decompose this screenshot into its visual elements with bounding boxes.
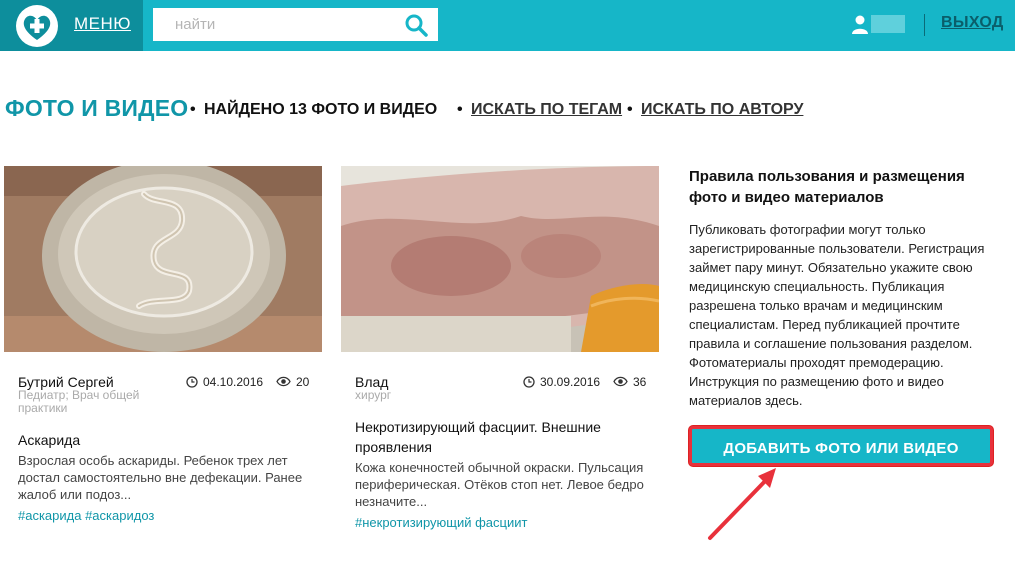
card-title[interactable]: Некротизирующий фасциит. Внешние проявле… [355, 417, 645, 457]
eye-icon [276, 376, 291, 387]
rules-text: Публиковать фотографии могут только заре… [689, 222, 985, 408]
card-tags[interactable]: #некротизирующий фасциит [355, 515, 645, 530]
separator-dot: • [627, 101, 633, 118]
top-header: МЕНЮ ВЫХОД [0, 0, 1015, 51]
card-description: Взрослая особь аскариды. Ребенок трех ле… [18, 453, 303, 502]
media-card[interactable]: Бутрий Сергей 04.10.2016 20 Педиатр; Вра… [4, 166, 322, 523]
page-title: ФОТО И ВИДЕО [5, 95, 189, 121]
user-name-redacted[interactable] [871, 15, 905, 33]
pointer-arrow-icon [708, 468, 776, 540]
media-card[interactable]: Влад 30.09.2016 36 хирург Некротизирующи… [341, 166, 659, 530]
eye-icon [613, 376, 628, 387]
clock-icon [186, 376, 198, 388]
rules-title: Правила пользования и размещения фото и … [689, 168, 965, 206]
card-views: 20 [296, 375, 310, 389]
card-description: Кожа конечностей обычной окраски. Пульса… [355, 460, 644, 509]
clock-icon [523, 376, 535, 388]
card-meta: Влад 30.09.2016 36 [355, 374, 647, 396]
menu-block[interactable]: МЕНЮ [0, 0, 143, 51]
user-icon [852, 15, 868, 34]
separator-dot: • [457, 101, 463, 118]
card-views: 36 [633, 375, 647, 389]
menu-link[interactable]: МЕНЮ [74, 14, 131, 34]
card-title[interactable]: Аскарида [18, 430, 308, 450]
search-icon[interactable] [404, 13, 428, 37]
separator-dot: • [190, 101, 196, 118]
search-input[interactable] [153, 8, 393, 41]
logout-link[interactable]: ВЫХОД [941, 14, 1004, 32]
card-tags[interactable]: #аскарида #аскаридоз [18, 508, 308, 523]
card-date: 04.10.2016 [203, 375, 264, 389]
card-image-ascarid[interactable] [4, 166, 322, 352]
card-meta: Бутрий Сергей 04.10.2016 20 [18, 374, 310, 396]
heart-cross-logo-icon[interactable] [14, 4, 60, 48]
card-image-fasciitis[interactable] [341, 166, 659, 352]
card-author[interactable]: Влад [355, 374, 388, 390]
card-date: 30.09.2016 [540, 375, 601, 389]
search-by-tags-link[interactable]: ИСКАТЬ ПО ТЕГАМ [471, 101, 622, 119]
rules-sidebar: Правила пользования и размещения фото и … [689, 166, 999, 410]
header-divider [924, 14, 925, 36]
search-box [153, 8, 438, 41]
search-by-author-link[interactable]: ИСКАТЬ ПО АВТОРУ [641, 101, 803, 119]
found-count: НАЙДЕНО 13 ФОТО И ВИДЕО [204, 101, 438, 118]
card-author[interactable]: Бутрий Сергей [18, 374, 114, 390]
